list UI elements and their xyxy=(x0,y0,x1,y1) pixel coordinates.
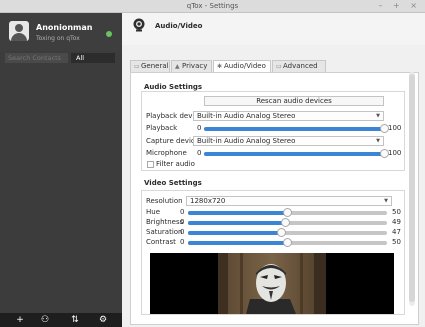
webcam-icon xyxy=(133,18,145,32)
scrollbar-thumb[interactable] xyxy=(409,74,415,302)
brightness-slider-fill xyxy=(188,221,286,225)
contrast-slider-handle[interactable] xyxy=(283,238,292,247)
playback-label: Playback xyxy=(146,124,178,132)
microphone-slider[interactable] xyxy=(204,149,389,158)
saturation-value: 47 xyxy=(392,228,401,236)
av-icon: ✱ xyxy=(217,63,223,70)
playback-device-select[interactable]: Built-in Audio Analog Stereo ▼ xyxy=(193,111,384,121)
file-transfers-button[interactable]: ⇅ xyxy=(68,314,82,326)
contrast-slider-fill xyxy=(188,241,288,245)
filter-audio-label: Filter audio xyxy=(156,160,195,168)
playback-max: 100 xyxy=(388,124,402,132)
window-title: qTox - Settings xyxy=(186,2,239,10)
tab-general[interactable]: ▭ General xyxy=(130,60,170,72)
tab-label: General xyxy=(141,62,169,70)
brightness-slider[interactable] xyxy=(188,218,387,227)
hue-min: 0 xyxy=(180,208,185,216)
filter-audio-checkbox[interactable] xyxy=(147,161,154,168)
online-status-icon[interactable] xyxy=(106,31,112,37)
contrast-slider[interactable] xyxy=(188,238,387,247)
hue-slider-handle[interactable] xyxy=(283,208,292,217)
capture-device-label: Capture device xyxy=(146,137,200,145)
search-contacts-input[interactable] xyxy=(5,53,68,63)
saturation-label: Saturation xyxy=(146,228,183,236)
bottom-toolbar: + ⚇ ⇅ ⚙ xyxy=(0,313,122,327)
rescan-audio-button[interactable]: Rescan audio devices xyxy=(204,96,384,106)
contact-filter-select[interactable]: All xyxy=(71,53,115,63)
contrast-label: Contrast xyxy=(146,238,176,246)
tab-advanced[interactable]: ▭ Advanced xyxy=(272,60,326,72)
microphone-label: Microphone xyxy=(146,149,187,157)
chevron-down-icon: ▼ xyxy=(384,198,388,204)
contrast-min: 0 xyxy=(180,238,185,246)
hue-slider[interactable] xyxy=(188,208,387,217)
hue-slider-fill xyxy=(188,211,288,215)
settings-button[interactable]: ⚙ xyxy=(96,314,110,326)
resolution-label: Resolution xyxy=(146,197,183,205)
saturation-slider[interactable] xyxy=(188,228,387,237)
general-icon: ▭ xyxy=(134,63,140,70)
tab-label: Privacy xyxy=(182,62,208,70)
tab-privacy[interactable]: ▲ Privacy xyxy=(171,60,212,72)
advanced-icon: ▭ xyxy=(276,63,282,70)
add-friend-button[interactable]: + xyxy=(13,314,27,326)
lock-icon: ▲ xyxy=(175,63,180,70)
avatar[interactable] xyxy=(9,21,29,41)
window-controls[interactable]: – + × xyxy=(379,1,422,10)
microphone-slider-fill xyxy=(204,152,384,156)
tab-label: Advanced xyxy=(283,62,318,70)
resolution-value: 1280x720 xyxy=(190,197,226,205)
saturation-min: 0 xyxy=(180,228,185,236)
page-title: Audio/Video xyxy=(155,22,203,30)
playback-min: 0 xyxy=(197,124,202,132)
microphone-min: 0 xyxy=(197,149,202,157)
microphone-max: 100 xyxy=(388,149,402,157)
settings-header: Audio/Video xyxy=(122,13,425,45)
capture-device-value: Built-in Audio Analog Stereo xyxy=(197,137,296,145)
playback-slider-fill xyxy=(204,127,384,131)
brightness-label: Brightness xyxy=(146,218,184,226)
hue-value: 50 xyxy=(392,208,401,216)
create-group-button[interactable]: ⚇ xyxy=(38,314,52,326)
hue-label: Hue xyxy=(146,208,161,216)
chevron-down-icon: ▼ xyxy=(376,113,380,119)
saturation-slider-handle[interactable] xyxy=(277,228,287,237)
title-bar: qTox - Settings – + × xyxy=(0,0,425,13)
brightness-value: 49 xyxy=(392,218,401,226)
brightness-slider-handle[interactable] xyxy=(281,218,290,227)
resolution-select[interactable]: 1280x720 ▼ xyxy=(186,196,392,206)
saturation-slider-fill xyxy=(188,231,282,235)
profile-header[interactable]: Anonionman Toxing on qTox xyxy=(0,13,122,51)
scrollbar[interactable] xyxy=(409,72,415,306)
profile-name[interactable]: Anonionman xyxy=(36,23,92,32)
capture-device-select[interactable]: Built-in Audio Analog Stereo ▼ xyxy=(193,136,384,146)
brightness-min: 0 xyxy=(180,218,185,226)
chevron-down-icon: ▼ xyxy=(376,138,380,144)
contrast-value: 50 xyxy=(392,238,401,246)
video-preview xyxy=(150,253,394,314)
profile-status-message[interactable]: Toxing on qTox xyxy=(36,35,80,42)
audio-settings-title: Audio Settings xyxy=(144,83,203,91)
tab-label: Audio/Video xyxy=(224,62,266,70)
search-row: All xyxy=(0,52,122,63)
video-settings-title: Video Settings xyxy=(144,179,202,187)
playback-slider[interactable] xyxy=(204,124,389,133)
webcam-preview-image xyxy=(150,253,394,314)
playback-device-value: Built-in Audio Analog Stereo xyxy=(197,112,296,120)
contacts-sidebar: Anonionman Toxing on qTox All + ⚇ ⇅ ⚙ xyxy=(0,13,122,327)
